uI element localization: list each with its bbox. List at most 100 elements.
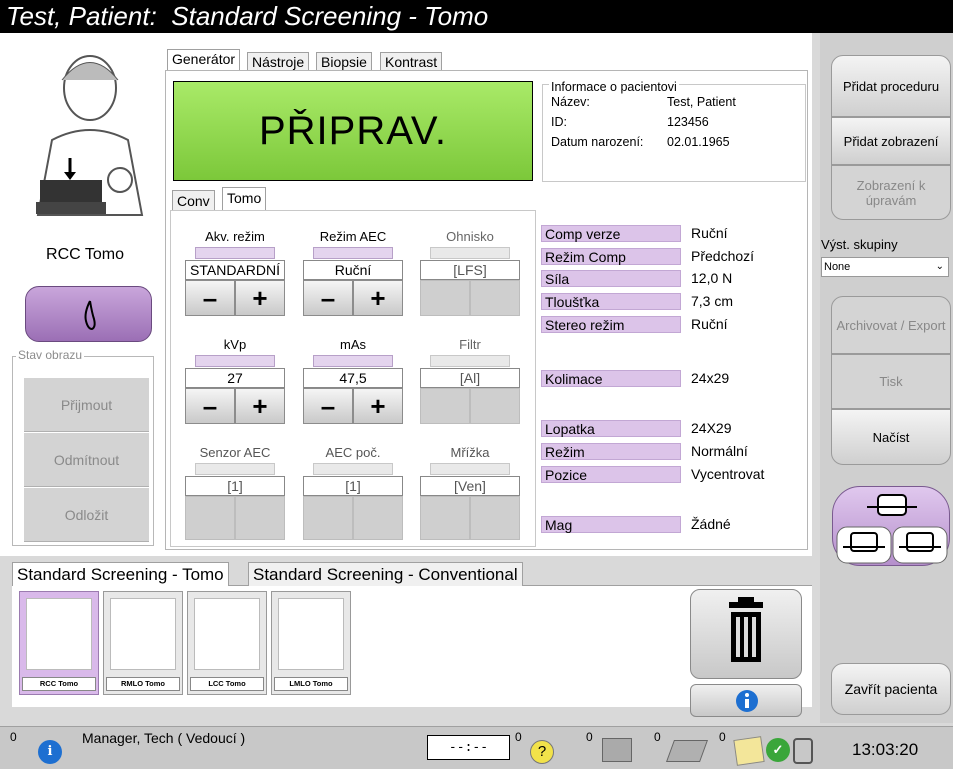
kvp-plus[interactable]: + [235,388,285,424]
thumbnail-label: LMLO Tomo [274,677,348,691]
aec-count-plus [353,496,403,540]
grid-bar [430,463,510,475]
aec-count-minus [303,496,353,540]
filter-value: [Al] [420,368,520,388]
filter-label: Filtr [459,337,481,352]
param-value: 24x29 [691,370,730,386]
param-label: Režim Comp [541,248,681,265]
aec-count-value: [1] [303,476,403,496]
delete-view-button[interactable] [690,589,802,679]
param-label: Stereo režim [541,316,681,333]
accept-button[interactable]: Přijmout [24,378,149,432]
aec-count-bar [313,463,393,475]
patient-name: Test, Patient [667,95,736,109]
filter-bar [430,355,510,367]
manual-queue-icon[interactable] [602,738,632,762]
patient-info-header: Informace o pacientovi [549,80,679,94]
aec-sensor-plus [235,496,285,540]
thumbnail-rmlo[interactable]: RMLO Tomo [103,591,183,695]
add-view-button[interactable]: Přidat zobrazení [831,117,951,165]
mas-plus[interactable]: + [353,388,403,424]
patient-dob-label: Datum narození: [551,135,644,149]
info-icon[interactable]: i [38,740,62,764]
aec-mode-plus[interactable]: + [353,280,403,316]
tab-tomo[interactable]: Tomo [222,187,267,210]
focus-bar [430,247,510,259]
device-icon[interactable] [793,738,813,764]
param-value: Ruční [691,316,728,332]
patient-id: 123456 [667,115,709,129]
chevron-down-icon: ⌄ [935,261,944,272]
focus-minus [420,280,470,316]
tab-conv[interactable]: Conv [172,190,215,210]
exposure-timer: --:-- [427,735,510,760]
param-value: 24X29 [691,420,732,436]
thumbnail-rcc[interactable]: RCC Tomo [19,591,99,695]
reject-button[interactable]: Odmítnout [24,433,149,487]
acq-mode-bar [195,247,275,259]
filter-plus [470,388,520,424]
param-label: Comp verze [541,225,681,242]
acq-mode-minus[interactable]: – [185,280,235,316]
kvp-minus[interactable]: – [185,388,235,424]
archive-export-button[interactable]: Archivovat / Export [831,296,951,354]
tab-procedure-conventional[interactable]: Standard Screening - Conventional [248,562,523,586]
param-value: Vycentrovat [691,466,765,482]
tab-procedure-tomo[interactable]: Standard Screening - Tomo [12,562,229,586]
param-label: Režim [541,443,681,460]
param-value: Žádné [691,516,731,532]
ready-status: PŘIPRAV. [173,81,533,181]
output-groups-value: None [824,261,851,273]
add-procedure-button[interactable]: Přidat proceduru [831,55,951,117]
tab-biopsy[interactable]: Biopsie [316,52,372,71]
current-user: Manager, Tech ( Vedoucí ) [82,730,246,746]
trash-icon [729,597,763,662]
thumbnail-label: LCC Tomo [190,677,264,691]
aec-sensor-minus [185,496,235,540]
kvp-label: kVp [223,337,247,352]
param-value: Ruční [691,225,728,241]
help-icon[interactable]: ? [530,740,554,764]
pend-button[interactable]: Odložit [24,488,149,542]
tab-tools[interactable]: Nástroje [247,52,310,71]
procedure-title: Standard Screening - Tomo [171,1,489,31]
acq-mode-value: STANDARDNÍ [185,260,285,280]
print-button[interactable]: Tisk [831,354,951,409]
queue-count: 0 [586,730,593,744]
kvp-value: 27 [185,368,285,388]
view-name: RCC Tomo [46,246,124,263]
system-ok-icon[interactable]: ✓ [766,738,790,762]
breast-view-icon [110,598,176,670]
title-bar: Test, Patient: Standard Screening - Tomo [0,0,953,33]
mas-minus[interactable]: – [303,388,353,424]
acq-mode-label: Akv. režim [205,229,265,244]
thumbnail-lcc[interactable]: LCC Tomo [187,591,267,695]
tab-generator[interactable]: Generátor [167,49,241,71]
info-icon [736,690,758,712]
output-groups-select[interactable]: None ⌄ [821,257,949,277]
param-value: Normální [691,443,748,459]
acq-mode-plus[interactable]: + [235,280,285,316]
tab-contrast[interactable]: Kontrast [380,52,443,71]
print-count: 0 [719,730,726,744]
aec-sensor-bar [195,463,275,475]
edit-view-button[interactable]: Zobrazení k úpravám [831,165,951,220]
focus-value: [LFS] [420,260,520,280]
alarm-count: 0 [10,730,17,744]
close-patient-button[interactable]: Zavřít pacienta [831,663,951,715]
focus-label: Ohnisko [446,229,494,244]
mas-value: 47,5 [303,368,403,388]
paddle-shift-control[interactable] [832,486,950,566]
grid-value: [Ven] [420,476,520,496]
aec-mode-minus[interactable]: – [303,280,353,316]
thumbnail-lmlo[interactable]: LMLO Tomo [271,591,351,695]
aec-sensor-label: Senzor AEC [199,445,271,460]
expose-button[interactable] [25,286,152,342]
notes-icon[interactable] [733,736,765,766]
breast-view-icon [26,598,92,670]
retrieve-button[interactable]: Načíst [831,409,951,465]
view-info-button[interactable] [690,684,802,717]
breast-view-icon [194,598,260,670]
thumbnail-label: RMLO Tomo [106,677,180,691]
clock: 13:03:20 [852,740,919,759]
